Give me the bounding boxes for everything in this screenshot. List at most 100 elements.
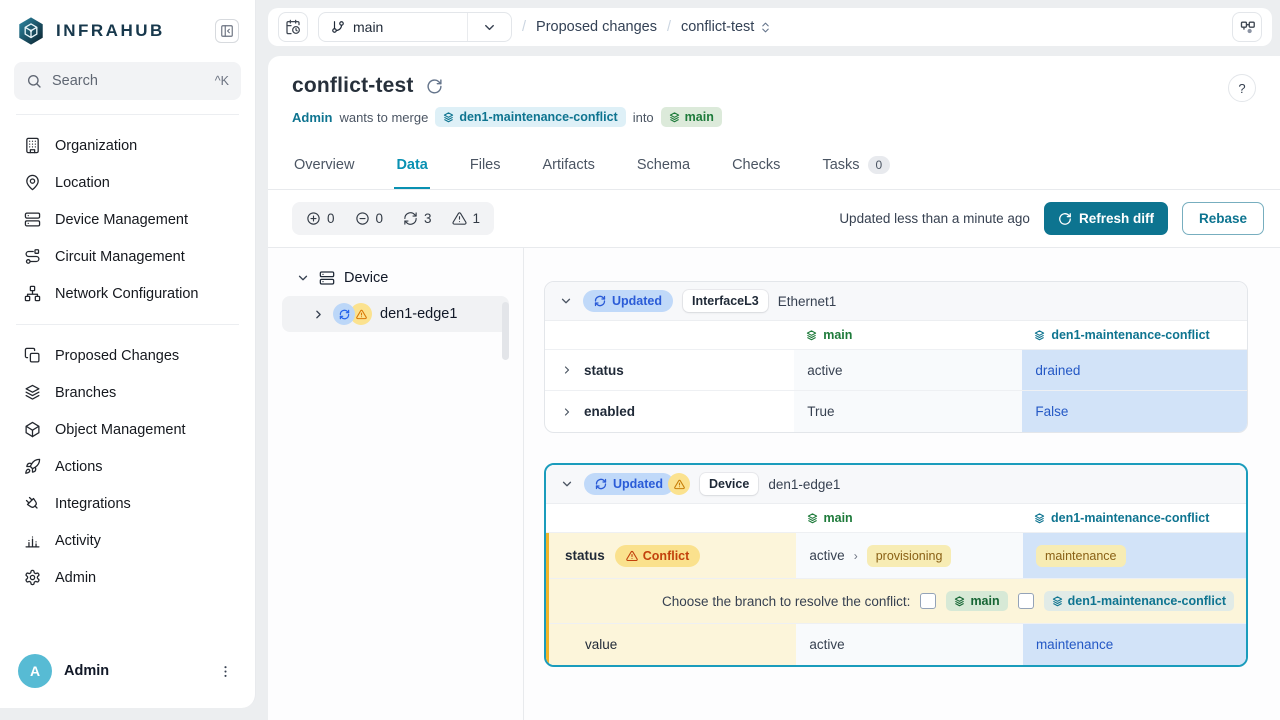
tree-node-badges (333, 303, 372, 325)
chevron-right-icon[interactable] (561, 406, 573, 418)
sidebar-item-activity[interactable]: Activity (8, 522, 247, 559)
breadcrumb-section[interactable]: Proposed changes (536, 19, 657, 35)
sidebar-item-label: Actions (55, 459, 103, 475)
object-name: den1-edge1 (768, 477, 840, 492)
user-name: Admin (64, 663, 202, 679)
schedule-button[interactable] (278, 12, 308, 42)
author-name: Admin (292, 110, 332, 125)
stat-removed: 0 (355, 211, 384, 226)
tab-artifacts[interactable]: Artifacts (541, 143, 597, 189)
workflow-icon (1239, 19, 1256, 36)
tab-data[interactable]: Data (394, 143, 429, 189)
tab-overview[interactable]: Overview (292, 143, 356, 189)
tab-files[interactable]: Files (468, 143, 503, 189)
avatar: A (18, 654, 52, 688)
resolve-main-checkbox[interactable] (920, 593, 936, 609)
resolution-prompt: Choose the branch to resolve the conflic… (662, 594, 910, 609)
merge-text: wants to merge (339, 110, 428, 125)
rebase-button[interactable]: Rebase (1182, 202, 1264, 235)
sidebar-item-label: Organization (55, 138, 137, 154)
server-icon (24, 211, 41, 228)
help-button[interactable]: ? (1228, 74, 1256, 102)
sidebar-header: INFRAHUB (0, 0, 255, 56)
sidebar: INFRAHUB Search ^K (0, 0, 256, 708)
conflict-zone: status Conflict active › provisio (546, 533, 1246, 665)
refresh-diff-button[interactable]: Refresh diff (1044, 202, 1168, 235)
sidebar-item-network-configuration[interactable]: Network Configuration (8, 275, 247, 312)
sidebar-item-admin[interactable]: Admin (8, 559, 247, 596)
stat-updated: 3 (403, 211, 432, 226)
sidebar-item-circuit-management[interactable]: Circuit Management (8, 238, 247, 275)
new-value-pill: provisioning (867, 545, 952, 567)
main-column: main / Proposed changes / conflict-test (256, 0, 1280, 720)
resolve-branch-badge[interactable]: den1-maintenance-conflict (1044, 591, 1234, 611)
chevron-right-icon[interactable] (561, 364, 573, 376)
diff-row-status: status active drained (545, 350, 1247, 391)
sidebar-item-label: Branches (55, 385, 116, 401)
main-value: active (796, 624, 1023, 665)
layers-icon (806, 330, 817, 341)
chevron-down-icon (296, 271, 310, 285)
sidebar-item-label: Location (55, 175, 110, 191)
tab-checks[interactable]: Checks (730, 143, 782, 189)
chevrons-up-down-icon (759, 21, 772, 34)
workflow-button[interactable] (1232, 12, 1262, 42)
breadcrumb-separator: / (667, 19, 671, 35)
refresh-icon (1058, 212, 1072, 226)
sidebar-item-label: Integrations (55, 496, 131, 512)
branch-value: maintenance (1023, 624, 1246, 665)
diff-card-header[interactable]: Updated Device den1-edge1 (546, 465, 1246, 504)
user-menu: A Admin (0, 640, 255, 708)
sidebar-item-organization[interactable]: Organization (8, 127, 247, 164)
diff-column-headers: main den1-maintenance-conflict (545, 321, 1247, 350)
breadcrumb-separator: / (522, 19, 526, 35)
into-text: into (633, 110, 654, 125)
chevron-down-icon (468, 20, 511, 35)
sidebar-item-device-management[interactable]: Device Management (8, 201, 247, 238)
sidebar-item-integrations[interactable]: Integrations (8, 485, 247, 522)
last-updated-text: Updated less than a minute ago (839, 211, 1030, 226)
tree-node-device[interactable]: Device (282, 264, 509, 292)
map-pin-icon (24, 174, 41, 191)
tree-node-den1-edge1[interactable]: den1-edge1 (282, 296, 509, 332)
bar-chart-icon (24, 532, 41, 549)
stat-conflicts: 1 (452, 211, 481, 226)
updated-status-badge: Updated (584, 473, 674, 495)
branch-value-pill: maintenance (1036, 545, 1126, 567)
breadcrumb-page-selector[interactable]: conflict-test (681, 19, 772, 35)
branch-selector[interactable]: main (318, 12, 512, 42)
refresh-icon (594, 295, 606, 307)
layers-icon (669, 112, 680, 123)
search-input[interactable]: Search ^K (14, 62, 241, 100)
gear-icon (24, 569, 41, 586)
diff-card-header[interactable]: Updated InterfaceL3 Ethernet1 (545, 282, 1247, 321)
refresh-icon (595, 478, 607, 490)
resolve-main-badge[interactable]: main (946, 591, 1007, 611)
sidebar-item-branches[interactable]: Branches (8, 374, 247, 411)
resolve-branch-checkbox[interactable] (1018, 593, 1034, 609)
user-menu-button[interactable] (214, 660, 237, 683)
main-change: active › provisioning (796, 533, 1023, 578)
tab-schema[interactable]: Schema (635, 143, 692, 189)
sidebar-item-actions[interactable]: Actions (8, 448, 247, 485)
source-branch-badge[interactable]: den1-maintenance-conflict (435, 107, 625, 127)
column-header-main: main (795, 504, 1023, 532)
object-name: Ethernet1 (778, 294, 837, 309)
tab-tasks[interactable]: Tasks 0 (820, 143, 892, 189)
sidebar-item-object-management[interactable]: Object Management (8, 411, 247, 448)
git-branch-icon (331, 20, 345, 34)
column-header-main: main (794, 321, 1022, 349)
sidebar-collapse-button[interactable] (215, 19, 239, 43)
chevron-down-icon (560, 477, 574, 491)
tree-scrollbar[interactable] (502, 302, 509, 360)
conflict-row-status: status Conflict active › provisio (549, 533, 1246, 579)
branch-value: drained (1022, 350, 1247, 390)
sidebar-item-location[interactable]: Location (8, 164, 247, 201)
diff-content: Device den1-edge1 (268, 248, 1280, 720)
refresh-icon (403, 211, 418, 226)
tree-node-label: Device (344, 270, 388, 286)
sidebar-item-proposed-changes[interactable]: Proposed Changes (8, 337, 247, 374)
refresh-icon[interactable] (426, 78, 443, 95)
target-branch-badge[interactable]: main (661, 107, 722, 127)
warning-triangle-icon (452, 211, 467, 226)
